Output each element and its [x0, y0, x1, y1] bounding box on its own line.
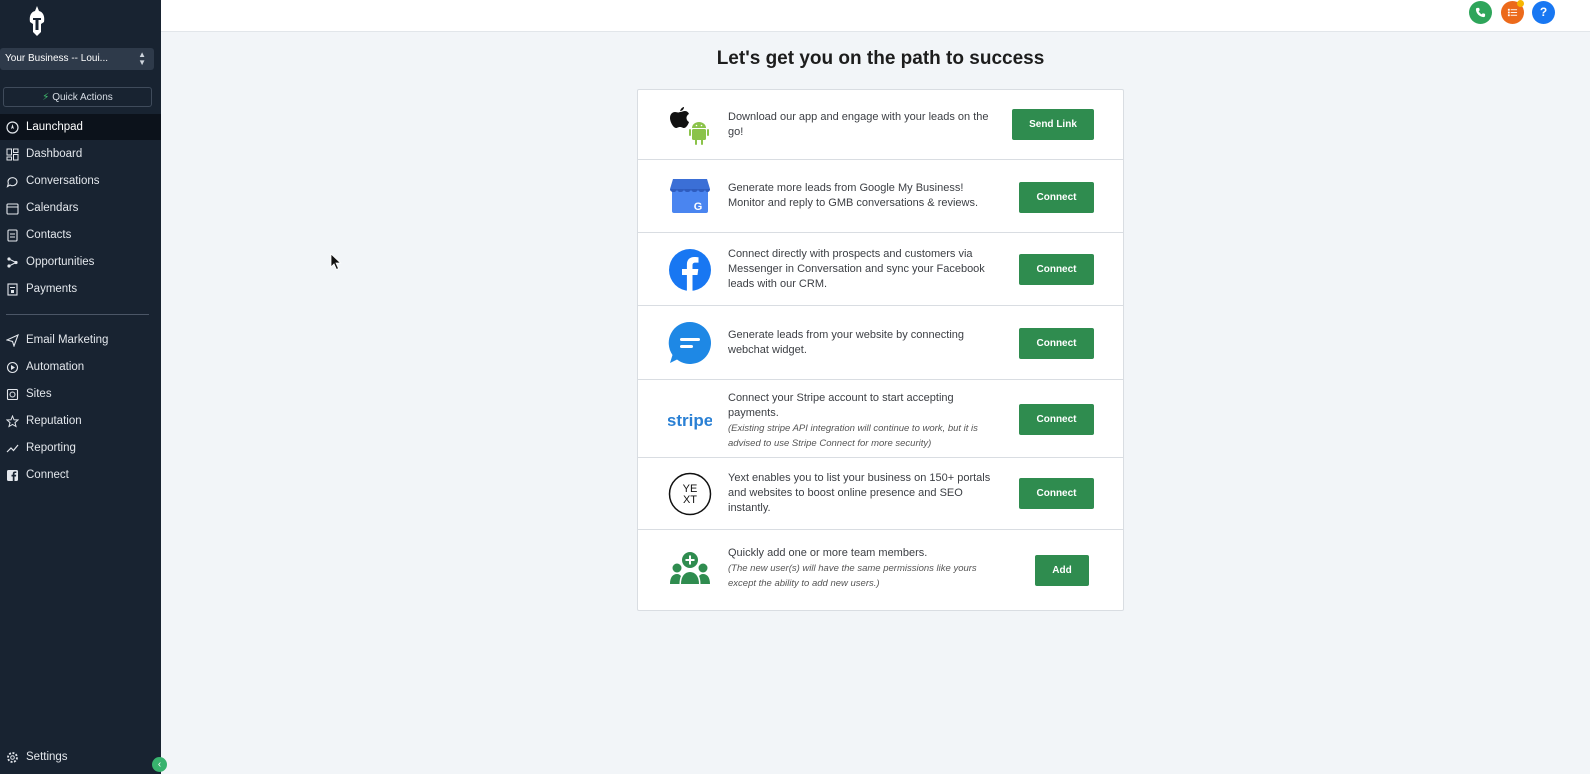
quick-actions-button[interactable]: ⚡ Quick Actions	[3, 87, 152, 107]
webchat-icon	[668, 321, 711, 364]
facebook-logo-icon	[669, 249, 711, 291]
chevron-left-icon: ‹	[157, 759, 162, 770]
add-team-member-button[interactable]: Add	[1035, 555, 1089, 586]
business-selector-label: Your Business -- Loui...	[5, 53, 109, 64]
list-item: G Generate more leads from Google My Bus…	[638, 160, 1123, 233]
row-description: Connect your Stripe account to start acc…	[728, 391, 993, 451]
send-link-button[interactable]: Send Link	[1012, 109, 1094, 140]
spartan-helmet-logo[interactable]	[28, 6, 46, 36]
quick-actions-label: Quick Actions	[52, 92, 113, 103]
yext-logo-icon: YE XT	[668, 472, 712, 516]
connect-facebook-button[interactable]: Connect	[1019, 254, 1094, 285]
task-list-button[interactable]	[1501, 0, 1524, 24]
sidebar-item-label: Dashboard	[26, 148, 83, 160]
dashboard-icon	[6, 148, 19, 161]
sidebar-item-launchpad[interactable]: Launchpad	[0, 114, 161, 140]
add-team-members-icon	[670, 552, 710, 584]
sidebar-item-conversations[interactable]: Conversations	[0, 168, 161, 194]
sidebar-item-label: Sites	[26, 388, 52, 400]
sidebar-item-reporting[interactable]: Reporting	[0, 435, 161, 461]
row-description: Generate leads from your website by conn…	[728, 329, 965, 356]
gear-icon	[7, 752, 18, 763]
sidebar-item-label: Email Marketing	[26, 334, 109, 346]
row-description: Connect directly with prospects and cust…	[728, 248, 985, 290]
row-description: Generate more leads from Google My Busin…	[728, 182, 979, 209]
svg-text:stripe: stripe	[668, 411, 712, 430]
sidebar-item-automation[interactable]: Automation	[0, 354, 161, 380]
star-icon	[6, 415, 19, 428]
connect-yext-button[interactable]: Connect	[1019, 478, 1094, 509]
sidebar-item-dashboard[interactable]: Dashboard	[0, 141, 161, 167]
sidebar-item-email-marketing[interactable]: Email Marketing	[0, 327, 161, 353]
sidebar-item-label: Connect	[26, 469, 69, 481]
sidebar-item-reputation[interactable]: Reputation	[0, 408, 161, 434]
chat-bubble-icon	[6, 177, 18, 188]
send-icon	[6, 334, 19, 347]
sidebar-item-label: Opportunities	[26, 256, 95, 268]
onboarding-card: Download our app and engage with your le…	[637, 89, 1124, 611]
stripe-logo-icon: stripe	[668, 411, 712, 430]
row-description: Quickly add one or more team members. (Th…	[728, 546, 993, 591]
sidebar-item-label: Reputation	[26, 415, 82, 427]
row-note: (Existing stripe API integration will co…	[728, 423, 978, 449]
list-item: stripe Connect your Stripe account to st…	[638, 380, 1123, 458]
sidebar-item-opportunities[interactable]: Opportunities	[0, 249, 161, 275]
google-my-business-icon: G	[670, 179, 710, 213]
sidebar-item-label: Launchpad	[26, 121, 83, 133]
facebook-icon	[7, 470, 18, 481]
list-icon	[1507, 8, 1518, 17]
contacts-icon	[7, 229, 18, 242]
sidebar-item-label: Settings	[26, 751, 68, 763]
sidebar-item-label: Reporting	[26, 442, 76, 454]
phone-button[interactable]	[1469, 1, 1492, 24]
sidebar-item-sites[interactable]: Sites	[0, 381, 161, 407]
rocket-icon	[6, 121, 19, 134]
mouse-cursor-icon	[330, 253, 342, 271]
connect-webchat-button[interactable]: Connect	[1019, 328, 1094, 359]
sidebar: Your Business -- Loui... ▲ ▼ ⚡ Quick Actio…	[0, 0, 161, 774]
sidebar-divider	[6, 314, 149, 315]
svg-text:XT: XT	[683, 494, 697, 506]
mobile-app-icon	[670, 107, 709, 145]
svg-text:G: G	[694, 201, 703, 213]
list-item: YE XT Yext enables you to list your busi…	[638, 458, 1123, 530]
sidebar-item-connect[interactable]: Connect	[0, 462, 161, 488]
chevron-updown-icon: ▲ ▼	[138, 50, 146, 67]
automation-icon	[6, 361, 19, 374]
list-item: Generate leads from your website by conn…	[638, 306, 1123, 380]
sidebar-item-calendars[interactable]: Calendars	[0, 195, 161, 221]
sidebar-item-payments[interactable]: Payments	[0, 276, 161, 302]
notification-dot	[1517, 0, 1524, 7]
business-selector[interactable]: Your Business -- Loui... ▲ ▼	[0, 48, 154, 70]
sidebar-item-label: Payments	[26, 283, 78, 295]
sidebar-item-label: Conversations	[26, 175, 100, 187]
sidebar-item-label: Contacts	[26, 229, 72, 241]
sidebar-item-label: Calendars	[26, 202, 79, 214]
top-header	[161, 0, 1590, 32]
calendar-icon	[6, 203, 19, 215]
sidebar-item-label: Automation	[26, 361, 85, 373]
help-button[interactable]: ?	[1532, 1, 1555, 24]
connect-google-button[interactable]: Connect	[1019, 182, 1094, 213]
sidebar-item-contacts[interactable]: Contacts	[0, 222, 161, 248]
row-description: Yext enables you to list your business o…	[728, 472, 991, 514]
globe-icon	[6, 388, 19, 401]
lightning-icon: ⚡	[42, 92, 50, 103]
page-title: Let's get you on the path to success	[716, 48, 1045, 69]
list-item: Download our app and engage with your le…	[638, 90, 1123, 160]
trend-chart-icon	[6, 444, 19, 453]
sidebar-item-settings[interactable]: Settings	[0, 744, 161, 770]
list-item: Quickly add one or more team members. (Th…	[638, 530, 1123, 611]
row-note: (The new user(s) will have the same perm…	[728, 563, 977, 589]
help-icon: ?	[1539, 5, 1548, 19]
list-item: Connect directly with prospects and cust…	[638, 233, 1123, 306]
row-description: Download our app and engage with your le…	[728, 111, 989, 138]
filter-funnel-icon	[7, 257, 18, 268]
collapse-sidebar-button[interactable]: ‹	[152, 757, 167, 772]
receipt-icon	[7, 283, 18, 296]
connect-stripe-button[interactable]: Connect	[1019, 404, 1094, 435]
phone-icon	[1475, 7, 1486, 18]
